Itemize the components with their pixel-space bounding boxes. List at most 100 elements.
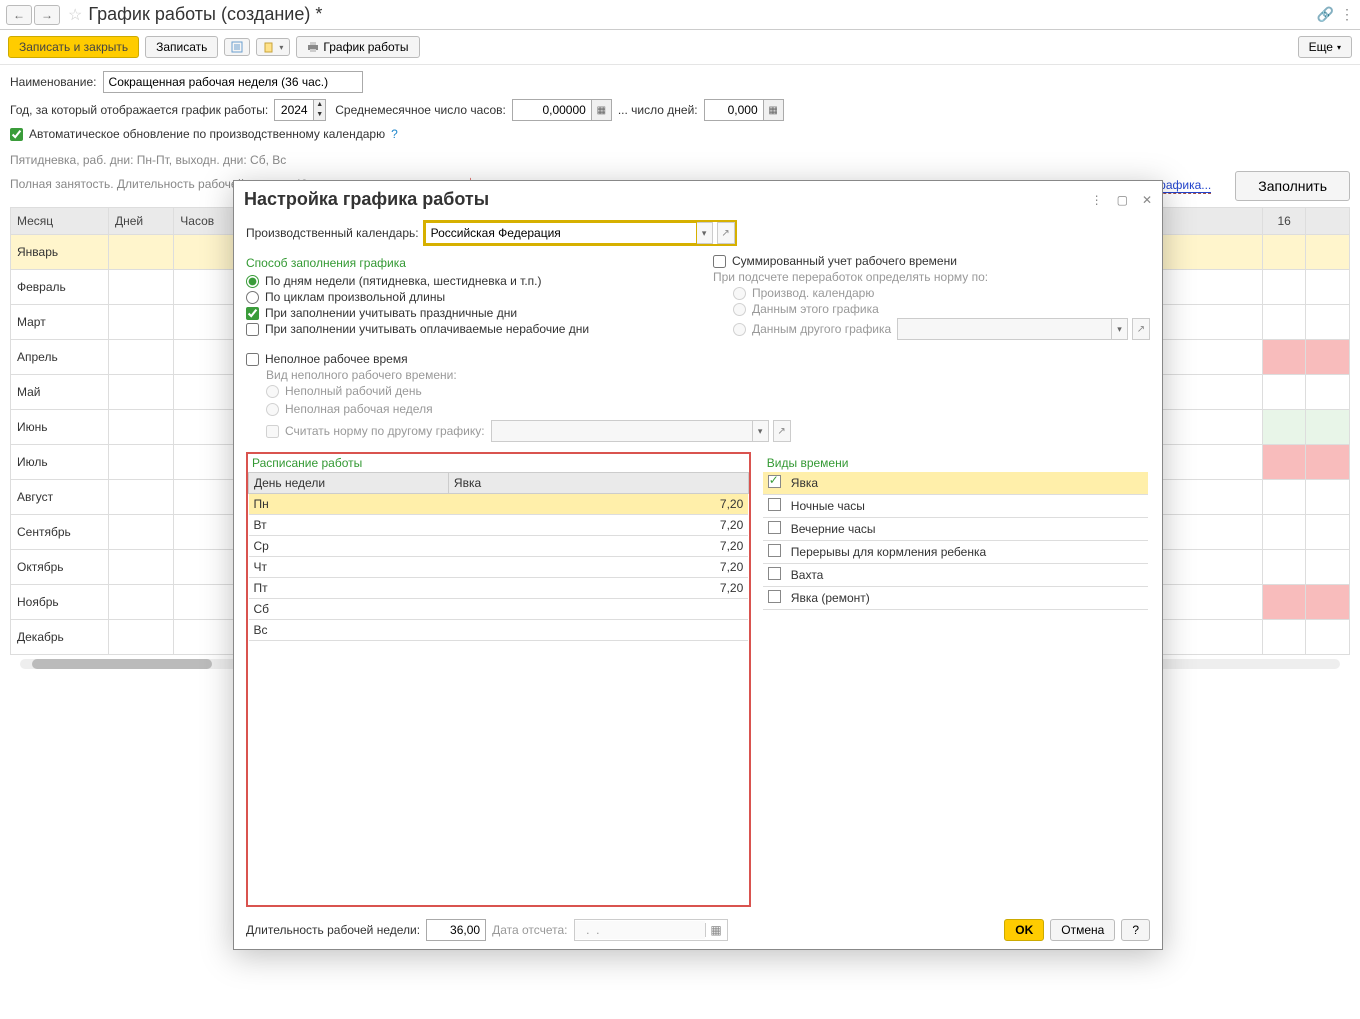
time-kind-checkbox[interactable] bbox=[768, 590, 781, 603]
avg-hours-input[interactable] bbox=[512, 99, 592, 121]
day-hours[interactable]: 7,20 bbox=[448, 557, 748, 578]
time-kind-row[interactable]: Вечерние часы bbox=[763, 518, 1148, 541]
week-length-label: Длительность рабочей недели: bbox=[246, 923, 420, 937]
month-name: Март bbox=[11, 305, 109, 340]
nav-back-button[interactable]: ← bbox=[6, 5, 32, 25]
year-spinner[interactable]: ▲▼ bbox=[274, 99, 329, 121]
normother-open: ↗ bbox=[773, 420, 791, 442]
dialog-title: Настройка графика работы bbox=[244, 189, 489, 210]
day-hours[interactable]: 7,20 bbox=[448, 536, 748, 557]
day-hours[interactable]: 7,20 bbox=[448, 494, 748, 515]
cancel-button[interactable]: Отмена bbox=[1050, 919, 1115, 941]
help-button[interactable]: ? bbox=[1121, 919, 1150, 941]
norm-other-input bbox=[897, 318, 1112, 340]
schedule-row[interactable]: Пн7,20 bbox=[249, 494, 749, 515]
time-kind-name: Ночные часы bbox=[786, 495, 1148, 518]
schedule-table-title: Расписание работы bbox=[248, 454, 749, 472]
calendar-label: Производственный календарь: bbox=[246, 226, 419, 240]
days-input[interactable] bbox=[704, 99, 764, 121]
dialog-maximize-icon[interactable]: ▢ bbox=[1117, 193, 1128, 207]
schedule-row[interactable]: Сб bbox=[249, 599, 749, 620]
dialog-close-icon[interactable]: ✕ bbox=[1142, 193, 1152, 207]
fill-cycles-radio[interactable] bbox=[246, 291, 259, 304]
week-length-input[interactable] bbox=[426, 919, 486, 941]
avg-hours-label: Среднемесячное число часов: bbox=[335, 103, 506, 117]
day-hours[interactable] bbox=[448, 620, 748, 641]
day-name: Вт bbox=[249, 515, 449, 536]
year-label: Год, за который отображается график рабо… bbox=[10, 103, 268, 117]
days-calc-button[interactable]: ▦ bbox=[764, 99, 784, 121]
calendar-icon: ▦ bbox=[705, 923, 727, 937]
name-label: Наименование: bbox=[10, 75, 97, 89]
schedule-row[interactable]: Пт7,20 bbox=[249, 578, 749, 599]
schedule-row[interactable]: Чт7,20 bbox=[249, 557, 749, 578]
time-kind-name: Вахта bbox=[786, 564, 1148, 587]
month-name: Август bbox=[11, 480, 109, 515]
schedule-row[interactable]: Вс bbox=[249, 620, 749, 641]
fill-button[interactable]: Заполнить bbox=[1235, 171, 1350, 201]
month-name: Февраль bbox=[11, 270, 109, 305]
calendar-input[interactable] bbox=[425, 222, 697, 244]
month-name: Декабрь bbox=[11, 620, 109, 655]
time-kind-row[interactable]: Явка bbox=[763, 472, 1148, 495]
time-kind-checkbox[interactable] bbox=[768, 567, 781, 580]
days-label: ... число дней: bbox=[618, 103, 698, 117]
day-hours[interactable]: 7,20 bbox=[448, 515, 748, 536]
normother-checkbox bbox=[266, 425, 279, 438]
fill-weekdays-radio[interactable] bbox=[246, 275, 259, 288]
day-name: Пн bbox=[249, 494, 449, 515]
month-name: Май bbox=[11, 375, 109, 410]
auto-update-checkbox[interactable] bbox=[10, 128, 23, 141]
norm-this-radio bbox=[733, 303, 746, 316]
save-close-button[interactable]: Записать и закрыть bbox=[8, 36, 139, 58]
time-kind-row[interactable]: Вахта bbox=[763, 564, 1148, 587]
time-kind-checkbox[interactable] bbox=[768, 521, 781, 534]
year-down-button[interactable]: ▼ bbox=[314, 110, 325, 120]
time-kinds-table[interactable]: ЯвкаНочные часыВечерние часыПерерывы для… bbox=[763, 472, 1148, 610]
favorite-icon[interactable]: ☆ bbox=[68, 5, 82, 25]
time-kind-name: Явка (ремонт) bbox=[786, 587, 1148, 610]
kebab-icon[interactable]: ⋮ bbox=[1340, 6, 1354, 23]
norm-other-dropdown: ▾ bbox=[1112, 318, 1128, 340]
print-schedule-button[interactable]: График работы bbox=[296, 36, 419, 58]
time-kind-row[interactable]: Ночные часы bbox=[763, 495, 1148, 518]
time-kind-checkbox[interactable] bbox=[768, 498, 781, 511]
schedule-row[interactable]: Ср7,20 bbox=[249, 536, 749, 557]
startdate-label: Дата отсчета: bbox=[492, 923, 567, 937]
help-icon[interactable]: ? bbox=[391, 127, 398, 141]
time-kind-checkbox[interactable] bbox=[768, 544, 781, 557]
paid-nonwork-checkbox[interactable] bbox=[246, 323, 259, 336]
time-kind-checkbox[interactable] bbox=[768, 475, 781, 488]
schedule-settings-dialog: Настройка графика работы ⋮ ▢ ✕ Производс… bbox=[233, 180, 1163, 950]
dialog-kebab-icon[interactable]: ⋮ bbox=[1091, 193, 1103, 207]
startdate-input bbox=[575, 921, 705, 939]
holidays-checkbox[interactable] bbox=[246, 307, 259, 320]
toolbar-docview-button[interactable] bbox=[224, 38, 250, 56]
nav-forward-button[interactable]: → bbox=[34, 5, 60, 25]
col-month: Месяц bbox=[11, 208, 109, 235]
time-kind-row[interactable]: Перерывы для кормления ребенка bbox=[763, 541, 1148, 564]
parttime-checkbox[interactable] bbox=[246, 353, 259, 366]
month-name: Сентябрь bbox=[11, 515, 109, 550]
calendar-open-button[interactable]: ↗ bbox=[717, 222, 735, 244]
more-button[interactable]: Еще ▾ bbox=[1298, 36, 1352, 58]
ok-button[interactable]: OK bbox=[1004, 919, 1044, 941]
calendar-dropdown-button[interactable]: ▾ bbox=[697, 222, 713, 244]
day-hours[interactable] bbox=[448, 599, 748, 620]
day-schedule-table[interactable]: День недели Явка Пн7,20Вт7,20Ср7,20Чт7,2… bbox=[248, 472, 749, 641]
day-hours[interactable]: 7,20 bbox=[448, 578, 748, 599]
norm-other-radio bbox=[733, 323, 746, 336]
norm-calendar-radio bbox=[733, 287, 746, 300]
toolbar-attachment-button[interactable]: ▾ bbox=[256, 38, 290, 56]
partday-radio bbox=[266, 385, 279, 398]
year-up-button[interactable]: ▲ bbox=[314, 100, 325, 110]
name-input[interactable] bbox=[103, 71, 363, 93]
link-icon[interactable]: 🔗 bbox=[1317, 6, 1334, 23]
sumtime-checkbox[interactable] bbox=[713, 255, 726, 268]
avg-hours-calc-button[interactable]: ▦ bbox=[592, 99, 612, 121]
save-button[interactable]: Записать bbox=[145, 36, 218, 58]
time-kind-row[interactable]: Явка (ремонт) bbox=[763, 587, 1148, 610]
fillmode-title: Способ заполнения графика bbox=[246, 256, 683, 270]
day-name: Вс bbox=[249, 620, 449, 641]
schedule-row[interactable]: Вт7,20 bbox=[249, 515, 749, 536]
